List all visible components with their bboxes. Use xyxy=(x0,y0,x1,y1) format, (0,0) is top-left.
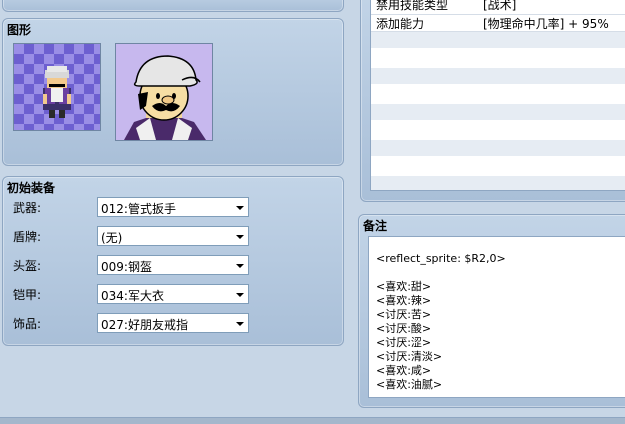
equip-row-accessory: 饰品: 027:好朋友戒指 xyxy=(13,313,253,333)
note-line: <讨厌:苦> xyxy=(376,308,432,321)
helmet-select[interactable]: 009:钢盔 xyxy=(97,255,249,275)
armor-value: 034:军大衣 xyxy=(101,289,164,303)
note-line: <讨厌:清淡> xyxy=(376,350,443,363)
table-row-empty[interactable] xyxy=(371,158,625,174)
note-line: <喜欢:甜> xyxy=(376,280,432,293)
shield-label: 盾牌: xyxy=(13,230,42,244)
character-face[interactable] xyxy=(115,43,213,141)
note-line: <讨厌:涩> xyxy=(376,336,432,349)
table-row-empty[interactable] xyxy=(371,50,625,66)
shield-select[interactable]: (无) xyxy=(97,226,249,246)
equip-row-helmet: 头盔: 009:钢盔 xyxy=(13,255,253,275)
note-line: <reflect_sprite: $R2,0> xyxy=(376,252,506,265)
trait-type: 添加能力 xyxy=(376,17,425,31)
table-row-empty[interactable] xyxy=(371,68,625,84)
table-row-empty[interactable] xyxy=(371,104,625,120)
weapon-value: 012:管式扳手 xyxy=(101,202,176,216)
accessory-value: 027:好朋友戒指 xyxy=(101,318,188,332)
armor-select[interactable]: 034:军大衣 xyxy=(97,284,249,304)
note-line: <讨厌:酸> xyxy=(376,322,432,335)
table-row-empty[interactable] xyxy=(371,86,625,102)
note-line: <喜欢:咸> xyxy=(376,364,432,377)
accessory-label: 饰品: xyxy=(13,317,42,331)
note-line: <喜欢:油腻> xyxy=(376,378,443,391)
trait-content: [物理命中几率] + 95% xyxy=(483,17,609,31)
accessory-select[interactable]: 027:好朋友戒指 xyxy=(97,313,249,333)
graphic-panel-title: 图形 xyxy=(7,23,32,37)
traits-table[interactable]: 禁用技能类型 [战术] 添加能力 [物理命中几率] + 95% xyxy=(370,0,625,191)
table-row-empty[interactable] xyxy=(371,176,625,190)
trait-type: 禁用技能类型 xyxy=(376,0,449,12)
trait-content: [战术] xyxy=(483,0,517,12)
equip-row-shield: 盾牌: (无) xyxy=(13,226,253,246)
top-panel-remnant xyxy=(2,0,344,12)
chevron-down-icon xyxy=(236,322,244,326)
table-row-empty[interactable] xyxy=(371,140,625,156)
equip-row-armor: 铠甲: 034:军大衣 xyxy=(13,284,253,304)
initial-equipment-panel: 初始装备 武器: 012:管式扳手 盾牌: (无) 头盔: 009:钢盔 铠甲:… xyxy=(2,176,344,346)
character-face-image xyxy=(124,55,206,140)
table-row-empty[interactable] xyxy=(371,32,625,48)
table-row-empty[interactable] xyxy=(371,122,625,138)
note-line: <喜欢:辣> xyxy=(376,294,432,307)
chevron-down-icon xyxy=(236,206,244,210)
initial-equipment-title: 初始装备 xyxy=(7,181,56,195)
weapon-label: 武器: xyxy=(13,201,42,215)
character-sprite-image xyxy=(43,66,71,118)
table-row[interactable]: 添加能力 [物理命中几率] + 95% xyxy=(371,14,625,32)
table-row[interactable]: 禁用技能类型 [战术] xyxy=(371,0,625,12)
weapon-select[interactable]: 012:管式扳手 xyxy=(97,197,249,217)
character-sprite[interactable] xyxy=(13,43,101,131)
helmet-value: 009:钢盔 xyxy=(101,260,152,274)
graphic-panel: 图形 xyxy=(2,18,344,166)
chevron-down-icon xyxy=(236,293,244,297)
armor-label: 铠甲: xyxy=(13,288,42,302)
note-textarea[interactable]: <reflect_sprite: $R2,0> <喜欢:甜> <喜欢:辣> <讨… xyxy=(368,236,625,398)
note-panel-title: 备注 xyxy=(363,219,388,233)
shield-value: (无) xyxy=(101,231,123,245)
chevron-down-icon xyxy=(236,264,244,268)
helmet-label: 头盔: xyxy=(13,259,42,273)
chevron-down-icon xyxy=(236,235,244,239)
equip-row-weapon: 武器: 012:管式扳手 xyxy=(13,197,253,217)
